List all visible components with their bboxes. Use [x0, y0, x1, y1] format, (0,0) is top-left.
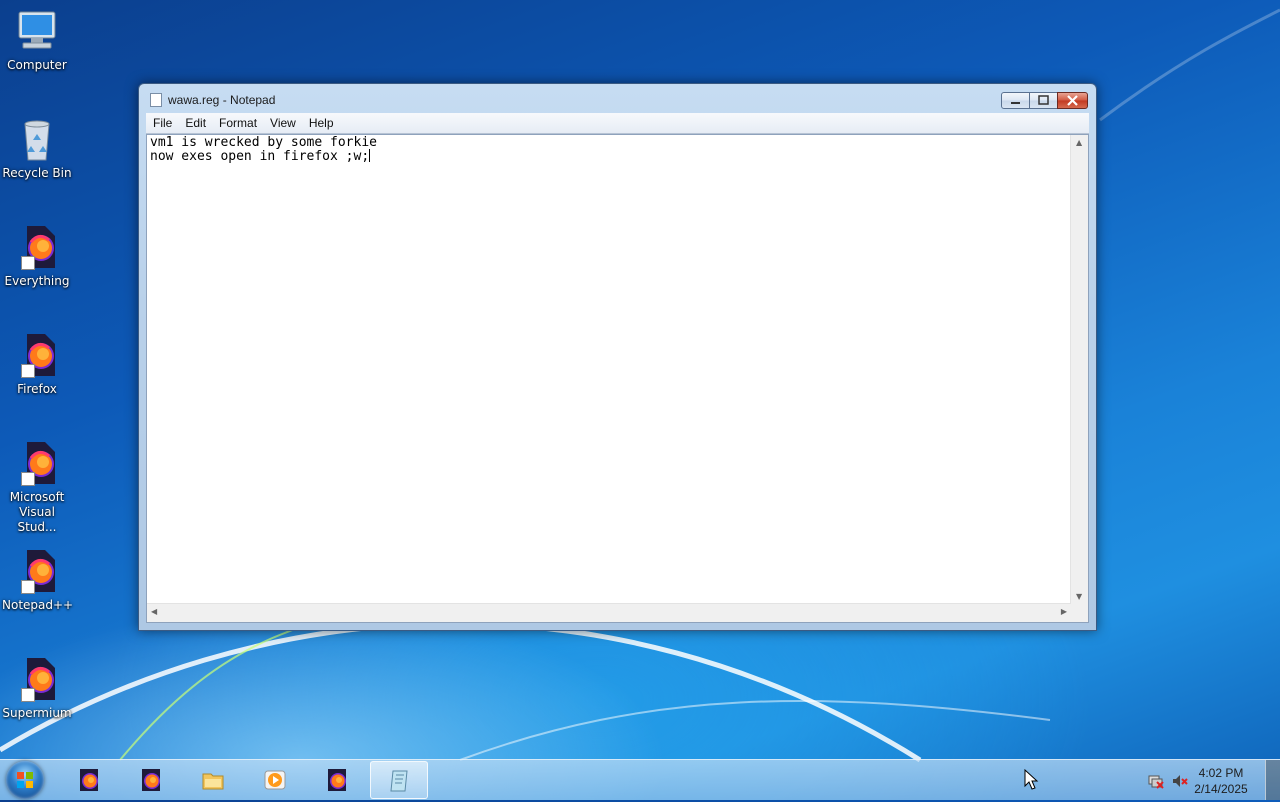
- text-line-with-caret: now exes open in firefox ;w;: [150, 149, 1068, 163]
- maximize-button[interactable]: [1029, 92, 1058, 109]
- firefox-shortcut-icon: [13, 224, 61, 272]
- minimize-button[interactable]: [1001, 92, 1030, 109]
- shortcut-arrow-icon: [21, 364, 35, 378]
- resize-grip[interactable]: [1071, 604, 1088, 622]
- explorer-folder-icon: [202, 773, 224, 790]
- menu-edit[interactable]: Edit: [178, 116, 212, 130]
- scroll-left-icon[interactable]: ◀: [151, 607, 157, 616]
- clock-date: 2/14/2025: [1194, 782, 1248, 796]
- shortcut-arrow-icon: [21, 688, 35, 702]
- text-content[interactable]: vm1 is wrecked by some forkie now exes op…: [150, 135, 1068, 604]
- text-editor[interactable]: vm1 is wrecked by some forkie now exes op…: [146, 134, 1089, 623]
- shortcut-arrow-icon: [21, 580, 35, 594]
- desktop-icon-label: Notepad++: [2, 598, 74, 612]
- menu-format[interactable]: Format: [212, 116, 263, 130]
- desktop-icon-notepad-plus-plus[interactable]: Notepad++: [2, 548, 74, 613]
- desktop-icon-label: Computer: [7, 58, 67, 72]
- window-titlebar[interactable]: wawa.reg - Notepad: [139, 84, 1096, 114]
- mouse-cursor-icon: [1024, 769, 1039, 790]
- notepad-icon: [150, 93, 162, 107]
- menu-bar: File Edit Format View Help: [146, 113, 1089, 134]
- desktop-icon-supermium[interactable]: Supermium: [2, 656, 72, 721]
- desktop-icon-label: Recycle Bin: [2, 166, 72, 180]
- horizontal-scrollbar[interactable]: ◀ ▶: [147, 603, 1071, 622]
- recycle-bin-icon: [13, 116, 61, 164]
- start-button[interactable]: [6, 761, 44, 799]
- firefox-icon: [142, 769, 160, 791]
- taskbar-firefox-1[interactable]: [60, 761, 118, 799]
- firefox-shortcut-icon: [13, 440, 61, 488]
- desktop-icon-label: Firefox: [17, 382, 57, 396]
- minimize-icon: [1011, 102, 1020, 104]
- media-player-icon: [264, 770, 286, 790]
- menu-view[interactable]: View: [263, 116, 302, 130]
- system-clock[interactable]: 4:02 PM 2/14/2025: [1186, 765, 1256, 797]
- taskbar: 4:02 PM 2/14/2025: [0, 759, 1280, 800]
- taskbar-notepad[interactable]: [370, 761, 428, 799]
- window-title: wawa.reg - Notepad: [168, 93, 276, 107]
- scroll-down-icon[interactable]: ▼: [1076, 592, 1082, 601]
- desktop-icon-label: Supermium: [2, 706, 72, 720]
- desktop-icon-label: Everything: [4, 274, 70, 288]
- notepad-icon: [390, 770, 408, 792]
- caption-buttons: [1001, 92, 1088, 109]
- desktop-icon-everything[interactable]: Everything: [2, 224, 72, 289]
- firefox-icon: [328, 769, 346, 791]
- desktop-icon-recycle-bin[interactable]: Recycle Bin: [2, 116, 72, 181]
- text-line: now exes open in firefox ;w;: [150, 149, 370, 164]
- close-icon: [1067, 95, 1078, 106]
- computer-icon: [13, 8, 61, 56]
- shortcut-arrow-icon: [21, 256, 35, 270]
- scroll-up-icon[interactable]: ▲: [1076, 138, 1082, 147]
- restore-icon: [1038, 95, 1049, 105]
- desktop-icon-computer[interactable]: Computer: [2, 8, 72, 73]
- shortcut-arrow-icon: [21, 472, 35, 486]
- vertical-scrollbar[interactable]: ▲ ▼: [1070, 135, 1088, 604]
- windows-logo-icon: [17, 772, 33, 788]
- text-caret: [369, 149, 371, 162]
- menu-help[interactable]: Help: [302, 116, 340, 130]
- firefox-shortcut-icon: [13, 548, 61, 596]
- taskbar-firefox-2[interactable]: [122, 761, 180, 799]
- taskbar-explorer[interactable]: [184, 761, 242, 799]
- taskbar-media-player[interactable]: [246, 761, 304, 799]
- desktop-icon-visual-studio[interactable]: Microsoft Visual Stud...: [2, 440, 72, 535]
- firefox-shortcut-icon: [13, 656, 61, 704]
- taskbar-firefox-3[interactable]: [308, 761, 366, 799]
- clock-time: 4:02 PM: [1198, 766, 1244, 780]
- close-button[interactable]: [1057, 92, 1088, 109]
- notepad-window[interactable]: wawa.reg - Notepad File Edit Format View…: [138, 83, 1097, 631]
- show-desktop-button[interactable]: [1265, 760, 1280, 800]
- desktop-icon-firefox[interactable]: Firefox: [2, 332, 72, 397]
- text-line: vm1 is wrecked by some forkie: [150, 135, 377, 150]
- firefox-shortcut-icon: [13, 332, 61, 380]
- desktop-icon-label: Microsoft Visual Stud...: [9, 490, 65, 534]
- scroll-right-icon[interactable]: ▶: [1061, 607, 1067, 616]
- network-icon[interactable]: [1148, 773, 1164, 789]
- firefox-icon: [80, 769, 98, 791]
- menu-file[interactable]: File: [146, 116, 178, 130]
